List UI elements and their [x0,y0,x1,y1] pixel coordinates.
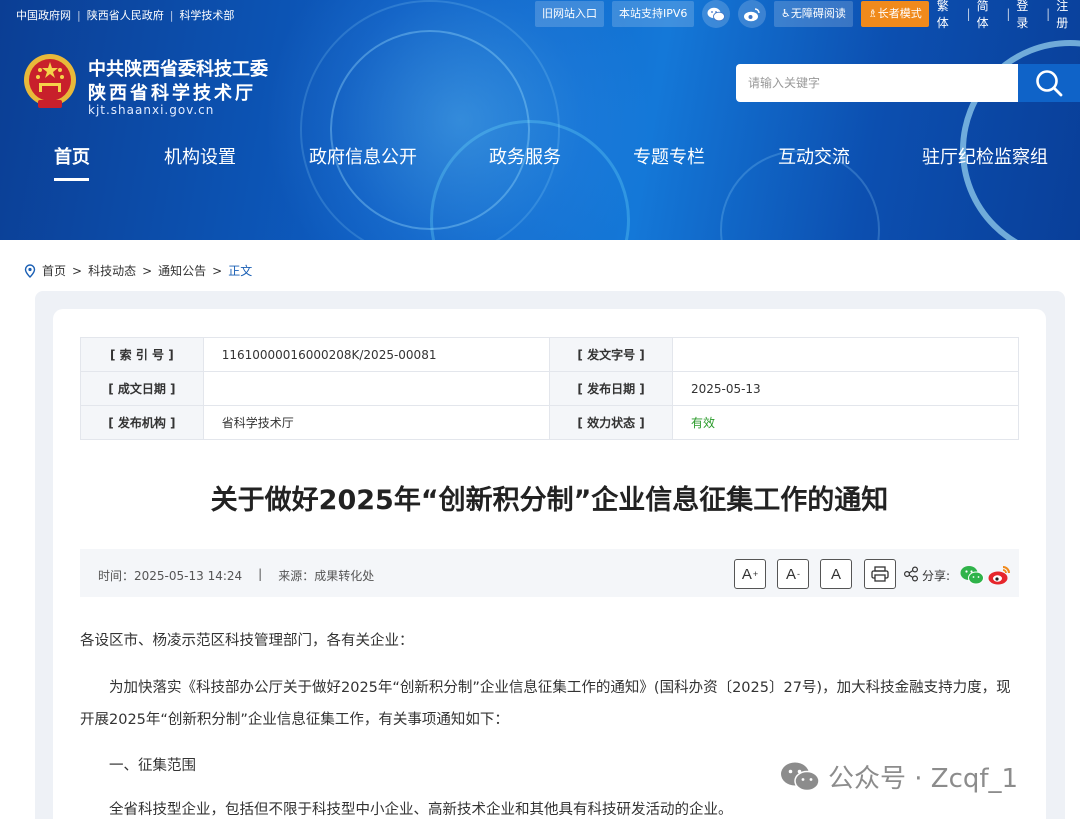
watermark: 公众号 · Zcqf_1 [780,758,1018,795]
top-bar: 中国政府网 | 陕西省人民政府 | 科学技术部 旧网站入口 本站支持IPV6 ♿… [0,0,1080,31]
paragraph-line: 开展2025年“创新积分制”企业信息征集工作，有关事项通知如下： [80,712,509,728]
search-box [736,64,1080,102]
print-button[interactable] [864,559,896,589]
national-emblem-logo[interactable] [22,52,78,112]
site-header: 中国政府网 | 陕西省人民政府 | 科学技术部 旧网站入口 本站支持IPV6 ♿… [0,0,1080,240]
section-text: 全省科技型企业，包括但不限于科技型中小企业、高新技术企业和其他具有科技研发活动的… [109,802,733,818]
lang-login-links: 繁体 | 简体 | 登录 | 注册 [937,0,1080,31]
wechat-share-icon[interactable] [960,565,984,585]
doc-no-value [671,337,1020,372]
issuer-value: 省科学技术厅 [202,405,551,440]
accessibility-button[interactable]: ♿无障碍阅读 [774,1,853,27]
index-no-value: 11610000016000208K/2025-00081 [202,337,551,372]
nav-item-organization[interactable]: 机构设置 [164,143,236,169]
source-field: 来源：成果转化处 [278,567,374,584]
weibo-share-icon[interactable] [988,564,1012,586]
location-pin-icon [24,263,36,278]
table-row: [ 成文日期 ] [ 发布日期 ] 2025-05-13 [80,371,1020,406]
nav-item-gov-info[interactable]: 政府信息公开 [309,143,417,169]
publish-date-value: 2025-05-13 [671,371,1020,406]
article-title: 关于做好2025年“创新积分制”企业信息征集工作的通知 [210,485,889,516]
traditional-link[interactable]: 繁体 [937,0,961,31]
time-value: 2025-05-13 14:24 [134,569,243,583]
font-default-button[interactable]: A [820,559,852,589]
ipv6-badge: 本站支持IPV6 [612,1,695,27]
breadcrumb-sep: > [212,263,223,278]
breadcrumb: 首页 > 科技动态 > 通知公告 > 正文 [24,262,252,279]
printer-icon [871,566,889,582]
doc-no-label: [ 发文字号 ] [549,337,673,372]
old-site-button[interactable]: 旧网站入口 [535,1,604,27]
accessibility-label: 无障碍阅读 [790,7,846,20]
nav-item-topics[interactable]: 专题专栏 [633,143,705,169]
breadcrumb-sep: > [142,263,153,278]
search-input[interactable] [736,64,1018,102]
article-info: 时间：2025-05-13 14:24 | 来源：成果转化处 [98,567,374,584]
link-shaanxi-gov[interactable]: 陕西省人民政府 [87,7,164,23]
table-row: [ 发布机构 ] 省科学技术厅 [ 效力状态 ] 有效 [80,405,1020,440]
search-button[interactable] [1018,64,1080,102]
time-field: 时间：2025-05-13 14:24 [98,567,242,584]
nav-item-services[interactable]: 政务服务 [489,143,561,169]
breadcrumb-home[interactable]: 首页 [42,262,66,279]
font-increase-label: A [741,565,752,583]
wechat-official-account-icon [781,762,820,791]
time-label: 时间： [98,569,135,583]
register-link[interactable]: 注册 [1056,0,1080,31]
top-tools: 旧网站入口 本站支持IPV6 ♿无障碍阅读 ♗长者模式 繁体 | 简体 | 登录… [535,0,1080,31]
font-decrease-button[interactable]: A- [777,559,809,589]
status-label: [ 效力状态 ] [549,405,673,440]
share-icon [903,566,919,582]
issuer-label: [ 发布机构 ] [80,405,204,440]
watermark-text: 公众号 · Zcqf_1 [828,764,1019,794]
salutation: 各设区市、杨凌示范区科技管理部门，各有关企业： [80,633,414,649]
paragraph-line: 为加快落实《科技部办公厅关于做好2025年“创新积分制”企业信息征集工作的通知》… [109,680,1011,696]
breadcrumb-sep: > [72,263,83,278]
breadcrumb-current: 正文 [228,264,253,278]
status-value: 有效 [671,405,1020,440]
written-date-label: [ 成文日期 ] [80,371,204,406]
written-date-value [202,371,551,406]
font-increase-button[interactable]: A + [734,559,766,589]
top-links: 中国政府网 | 陕西省人民政府 | 科学技术部 [16,7,235,23]
login-link[interactable]: 登录 [1016,0,1040,31]
nav-item-home[interactable]: 首页 [54,143,90,169]
publish-date-label: [ 发布日期 ] [549,371,673,406]
font-decrease-label: A [785,565,796,583]
site-title-line2: 陕西省科学技术厅 [88,83,256,104]
nav-active-underline [54,178,89,181]
elder-mode-button[interactable]: ♗长者模式 [860,1,929,27]
article-info-bar: 时间：2025-05-13 14:24 | 来源：成果转化处 A + A- A 分… [80,549,1019,597]
table-row: [ 索 引 号 ] 11610000016000208K/2025-00081 … [80,337,1020,372]
main-nav: 首页 机构设置 政府信息公开 政务服务 专题专栏 互动交流 驻厅纪检监察组 [0,140,1080,181]
nav-item-interaction[interactable]: 互动交流 [778,143,850,169]
site-domain: kjt.shaanxi.gov.cn [88,103,215,117]
breadcrumb-tech-news[interactable]: 科技动态 [88,262,136,279]
source-label: 来源： [278,569,315,583]
elder-mode-label: 长者模式 [877,7,922,20]
simplified-link[interactable]: 简体 [977,0,1001,31]
link-gov-cn[interactable]: 中国政府网 [16,7,71,23]
document-meta-table: [ 索 引 号 ] 11610000016000208K/2025-00081 … [80,337,1020,440]
nav-item-discipline[interactable]: 驻厅纪检监察组 [922,143,1048,169]
link-most[interactable]: 科学技术部 [179,7,234,23]
index-no-label: [ 索 引 号 ] [80,337,204,372]
source-value: 成果转化处 [314,569,375,583]
share-label: 分享: [922,569,951,583]
font-default-label: A [830,565,841,583]
weibo-icon[interactable] [738,0,767,28]
wechat-icon[interactable] [702,0,731,28]
breadcrumb-notices[interactable]: 通知公告 [158,262,206,279]
info-divider: | [258,567,263,581]
search-icon [1036,70,1063,97]
site-title-line1: 中共陕西省委科技工委 [88,59,268,80]
